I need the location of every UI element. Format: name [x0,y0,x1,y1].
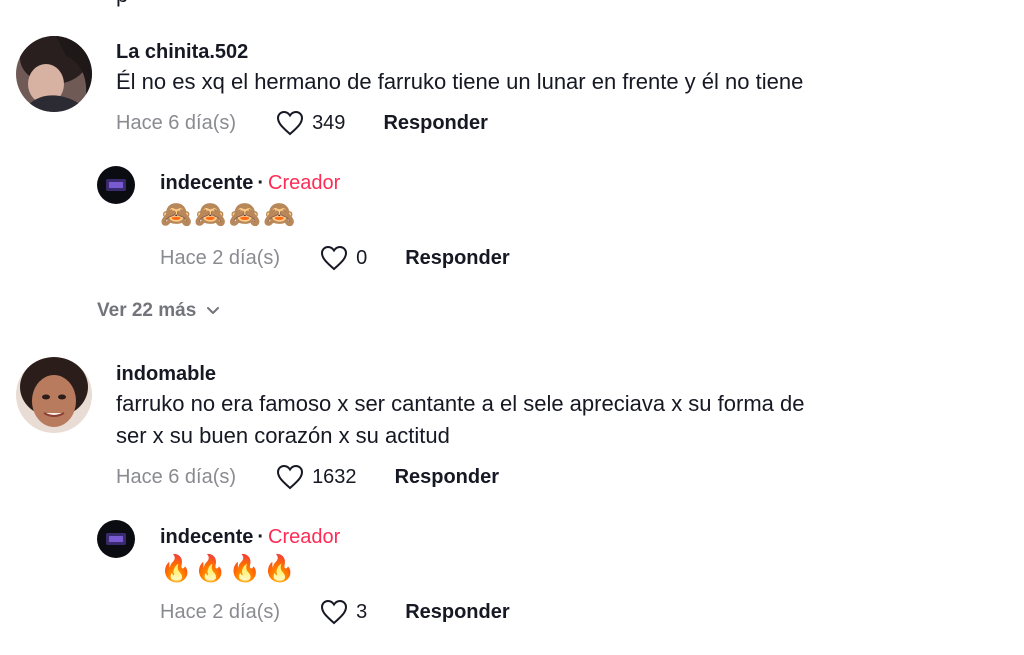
comment-time: Hace 6 día(s) [116,111,237,134]
reply-text: 🔥🔥🔥🔥 [160,553,298,583]
reply-time: Hace 2 día(s) [160,246,281,269]
like-button[interactable]: 0 [320,245,367,271]
view-more-label: Ver 22 más [97,300,197,321]
like-count: 1632 [312,465,357,488]
separator: · [257,172,265,194]
comment-time: Hace 6 día(s) [116,465,237,488]
like-button[interactable]: 349 [276,110,345,136]
creator-badge: Creador [268,526,341,548]
avatar[interactable] [97,520,135,558]
like-button[interactable]: 3 [320,599,367,625]
like-button[interactable]: 1632 [276,464,357,490]
reply-button[interactable]: Responder [405,601,509,624]
comment-text-line-1: farruko no era famoso x ser cantante a e… [116,391,805,416]
reply-button[interactable]: Responder [395,466,499,489]
reply-button[interactable]: Responder [383,112,487,135]
chevron-down-icon [207,307,220,314]
comment-text-line-2: ser x su buen corazón x su actitud [116,423,450,448]
reply-time: Hace 2 día(s) [160,600,281,623]
like-count: 349 [312,111,346,134]
reply-header: indecente · Creador [160,525,510,549]
reply-header: indecente · Creador [160,171,510,195]
like-count: 3 [356,600,368,623]
creator-badge: Creador [268,172,341,194]
avatar[interactable] [16,36,92,112]
reply-username[interactable]: indecente [160,172,253,194]
reply-button[interactable]: Responder [405,247,509,270]
heart-outline-icon [277,464,304,490]
comment-username[interactable]: indomable [116,362,804,386]
reply-text: 🙈🙈🙈🙈 [160,199,298,229]
avatar[interactable] [16,357,92,433]
previous-comment-fragment: p [116,0,128,8]
comments-panel: p La chinita.502 Él no es xq el hermano … [0,0,1024,655]
heart-outline-icon [321,599,348,625]
avatar[interactable] [97,166,135,204]
reply-username[interactable]: indecente [160,526,253,548]
view-more-replies-button[interactable]: Ver 22 más [97,300,220,322]
like-count: 0 [356,246,368,269]
heart-outline-icon [277,110,304,136]
comment-text: Él no es xq el hermano de farruko tiene … [116,69,804,94]
heart-outline-icon [321,245,348,271]
separator: · [257,526,265,548]
comment-username[interactable]: La chinita.502 [116,40,803,64]
